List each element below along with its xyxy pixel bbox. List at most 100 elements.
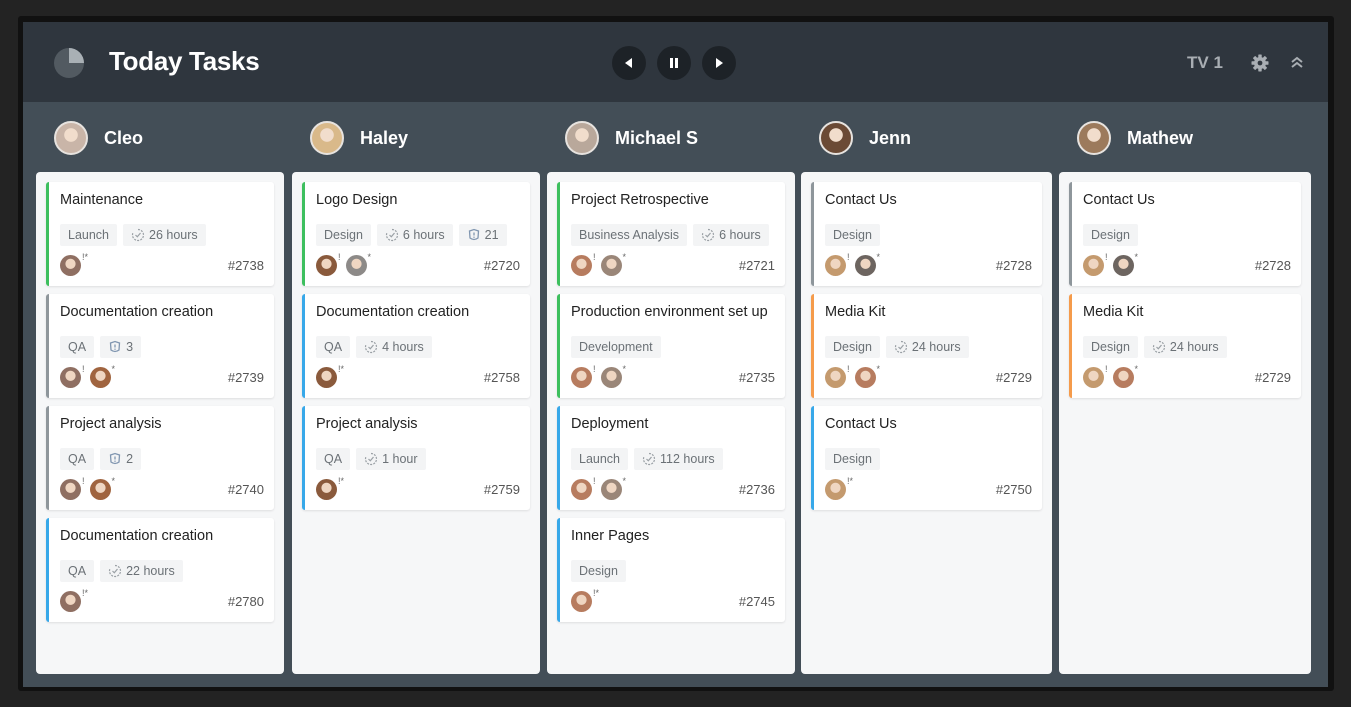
task-card[interactable]: Documentation creation QA 3! * #2739 bbox=[46, 294, 274, 398]
task-card[interactable]: Project analysis QA 2! * #2740 bbox=[46, 406, 274, 510]
assignee-avatar[interactable] bbox=[600, 366, 622, 388]
task-title: Documentation creation bbox=[60, 304, 214, 320]
board-screen: Today Tasks TV 1 Cleo Maintenance Launch… bbox=[23, 22, 1328, 687]
task-card[interactable]: Production environment set up Development… bbox=[557, 294, 785, 398]
assignee-avatar[interactable] bbox=[825, 478, 846, 500]
time-estimate-tag: 24 hours bbox=[885, 336, 969, 358]
assignee-avatar[interactable] bbox=[316, 254, 337, 276]
task-column: Logo Design Design 6 hours 21! * #2720 Documen… bbox=[292, 172, 540, 674]
task-card[interactable]: Documentation creation QA 22 hours !* #2780 bbox=[46, 518, 274, 622]
task-card[interactable]: Inner Pages Design !* #2745 bbox=[557, 518, 785, 622]
assignee-avatar[interactable] bbox=[825, 366, 846, 388]
task-id: #2728 bbox=[1254, 257, 1291, 273]
assignee-list: !* bbox=[571, 588, 604, 612]
assignee-avatar[interactable] bbox=[1112, 254, 1134, 276]
task-card[interactable]: Contact Us Design! * #2728 bbox=[811, 182, 1042, 286]
assignee-avatar[interactable] bbox=[825, 254, 846, 276]
task-title: Production environment set up bbox=[571, 304, 768, 320]
tag-text: QA bbox=[324, 340, 343, 354]
tag-text: 26 hours bbox=[149, 228, 198, 242]
assignee-role-mark: * bbox=[111, 364, 116, 374]
pause-button[interactable] bbox=[657, 46, 691, 80]
assignee-avatar[interactable] bbox=[60, 590, 81, 612]
assignee-list: !* bbox=[60, 588, 93, 612]
task-title: Inner Pages bbox=[571, 528, 650, 544]
assignee-avatar[interactable] bbox=[1083, 366, 1104, 388]
assignee-avatar[interactable] bbox=[571, 366, 592, 388]
assignee-list: !* bbox=[571, 476, 631, 500]
task-id: #2729 bbox=[995, 369, 1032, 385]
clock-icon bbox=[364, 340, 378, 354]
task-id: #2745 bbox=[738, 593, 775, 609]
task-card[interactable]: Logo Design Design 6 hours 21! * #2720 bbox=[302, 182, 530, 286]
gear-icon[interactable] bbox=[1250, 53, 1270, 73]
assignee-avatar[interactable] bbox=[571, 478, 592, 500]
tag-text: Design bbox=[833, 452, 872, 466]
assignee-avatar[interactable] bbox=[1083, 254, 1104, 276]
chevron-double-up-icon[interactable] bbox=[1289, 54, 1305, 70]
tag-text: 4 hours bbox=[382, 340, 424, 354]
time-estimate-tag: 6 hours bbox=[376, 224, 453, 246]
assignee-avatar[interactable] bbox=[60, 366, 81, 388]
task-title: Project Retrospective bbox=[571, 192, 709, 208]
task-card[interactable]: Media Kit Design 24 hours! * #2729 bbox=[811, 294, 1042, 398]
task-card[interactable]: Documentation creation QA 4 hours !* #2758 bbox=[302, 294, 530, 398]
tag-text: Design bbox=[324, 228, 363, 242]
task-id: #2740 bbox=[227, 481, 264, 497]
assignee-avatar[interactable] bbox=[316, 366, 337, 388]
assignee-list: !* bbox=[825, 252, 885, 276]
tag-text: 3 bbox=[126, 340, 134, 354]
assignee-avatar[interactable] bbox=[89, 478, 111, 500]
assignee-role-mark: !* bbox=[82, 588, 89, 598]
time-estimate-tag: 4 hours bbox=[356, 336, 432, 358]
assignee-avatar[interactable] bbox=[345, 254, 367, 276]
task-card[interactable]: Contact Us Design! * #2728 bbox=[1069, 182, 1301, 286]
task-card[interactable]: Media Kit Design 24 hours! * #2729 bbox=[1069, 294, 1301, 398]
column-header: Mathew bbox=[1077, 118, 1193, 158]
assignee-avatar[interactable] bbox=[60, 254, 81, 276]
task-card[interactable]: Deployment Launch 112 hours! * #2736 bbox=[557, 406, 785, 510]
column-header: Michael S bbox=[565, 118, 698, 158]
assignee-avatar[interactable] bbox=[854, 254, 876, 276]
next-button[interactable] bbox=[702, 46, 736, 80]
time-estimate-tag: 24 hours bbox=[1143, 336, 1227, 358]
task-card[interactable]: Project Retrospective Business Analysis 6 … bbox=[557, 182, 785, 286]
clock-icon bbox=[364, 452, 378, 466]
tag-text: QA bbox=[68, 564, 87, 578]
card-footer: ! * #2720 bbox=[316, 252, 520, 278]
tag-text: Design bbox=[833, 340, 872, 354]
assignee-role-mark: * bbox=[876, 364, 881, 374]
task-card[interactable]: Contact Us Design !* #2750 bbox=[811, 406, 1042, 510]
tag-text: Launch bbox=[579, 452, 621, 466]
assignee-role-mark: * bbox=[622, 252, 627, 262]
assignee-list: !* bbox=[316, 364, 349, 388]
task-id: #2738 bbox=[227, 257, 264, 273]
assignee-avatar[interactable] bbox=[89, 366, 111, 388]
assignee-avatar[interactable] bbox=[316, 478, 337, 500]
assignee-avatar[interactable] bbox=[600, 254, 622, 276]
task-title: Project analysis bbox=[316, 416, 418, 432]
task-tags: Design 24 hours bbox=[825, 336, 1032, 358]
assignee-avatar[interactable] bbox=[600, 478, 622, 500]
assignee-list: !* bbox=[60, 364, 120, 388]
assignee-avatar[interactable] bbox=[571, 590, 592, 612]
next-icon bbox=[716, 58, 723, 68]
time-estimate-tag: 112 hours bbox=[634, 448, 723, 470]
task-tags: Launch 26 hours bbox=[60, 224, 264, 246]
task-card[interactable]: Project analysis QA 1 hour !* #2759 bbox=[302, 406, 530, 510]
avatar bbox=[310, 121, 344, 155]
category-tag: QA bbox=[60, 336, 95, 358]
task-title: Maintenance bbox=[60, 192, 144, 208]
avatar bbox=[819, 121, 853, 155]
tag-text: 112 hours bbox=[660, 452, 715, 466]
task-card[interactable]: Maintenance Launch 26 hours !* #2738 bbox=[46, 182, 274, 286]
assignee-avatar[interactable] bbox=[60, 478, 81, 500]
previous-button[interactable] bbox=[612, 46, 646, 80]
assignee-avatar[interactable] bbox=[1112, 366, 1134, 388]
assignee-avatar[interactable] bbox=[854, 366, 876, 388]
pause-icon bbox=[670, 58, 678, 68]
assignee-list: !* bbox=[825, 364, 885, 388]
task-tags: QA 1 hour bbox=[316, 448, 520, 470]
assignee-avatar[interactable] bbox=[571, 254, 592, 276]
badge-count-tag: 3 bbox=[100, 336, 142, 358]
